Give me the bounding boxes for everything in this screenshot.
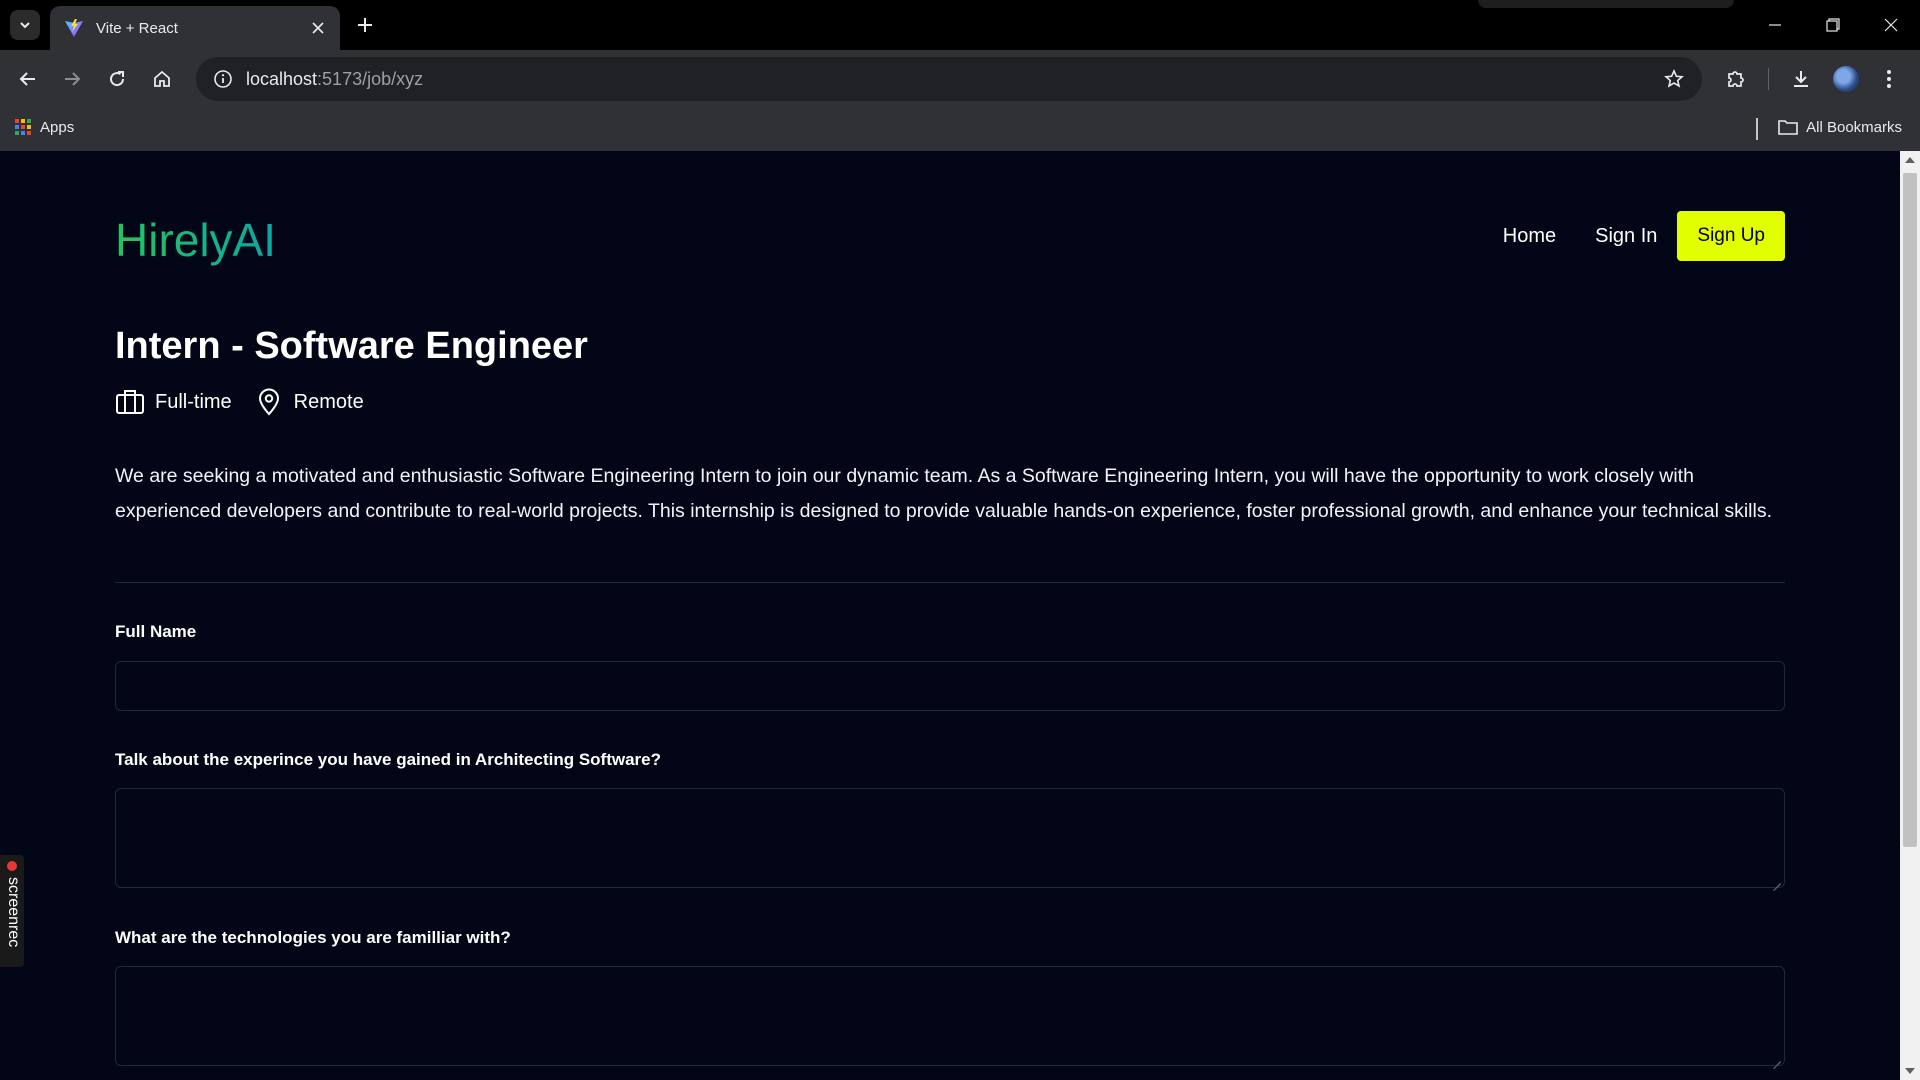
toolbar-separator xyxy=(1768,68,1769,90)
tab-title: Vite + React xyxy=(96,19,178,37)
minimize-icon xyxy=(1769,24,1781,26)
job-title: Intern - Software Engineer xyxy=(115,325,588,367)
url-text[interactable]: localhost:5173/job/xyz xyxy=(246,69,1660,90)
screenrec-widget[interactable]: screenrec xyxy=(0,855,24,967)
tab-search-button[interactable] xyxy=(10,10,40,40)
download-icon xyxy=(1794,71,1808,87)
scroll-down-arrow-icon[interactable] xyxy=(1905,1068,1915,1074)
restore-icon xyxy=(1826,18,1840,32)
bookmarks-separator xyxy=(1756,118,1758,140)
record-icon xyxy=(7,861,17,871)
profile-button[interactable] xyxy=(1829,62,1863,96)
downloads-button[interactable] xyxy=(1784,62,1818,96)
puzzle-icon xyxy=(1728,71,1744,87)
q1-label: Talk about the experince you have gained… xyxy=(115,750,662,769)
nav-sign-in-link[interactable]: Sign In xyxy=(1595,225,1657,248)
browser-tabstrip: Vite + React xyxy=(0,0,1920,50)
site-logo[interactable]: HirelyAI xyxy=(115,213,276,267)
folder-icon xyxy=(1778,120,1798,135)
scrollbar-thumb[interactable] xyxy=(1903,173,1917,847)
home-button[interactable] xyxy=(146,63,178,95)
job-meta: Full-time Remote xyxy=(115,387,386,417)
briefcase-icon xyxy=(115,387,145,417)
browser-menu-button[interactable] xyxy=(1876,62,1902,96)
arrow-left-icon xyxy=(19,72,35,86)
avatar xyxy=(1833,66,1859,92)
apps-label: Apps xyxy=(40,118,75,136)
url-path: :5173/job/xyz xyxy=(317,68,424,89)
site-nav: Home Sign In Sign Up xyxy=(1503,211,1785,261)
apps-shortcut[interactable]: Apps xyxy=(14,118,74,136)
employment-type: Full-time xyxy=(115,387,232,417)
close-tab-icon[interactable] xyxy=(306,16,330,40)
q2-textarea[interactable] xyxy=(115,966,1785,1066)
more-vertical-icon xyxy=(1887,70,1891,88)
tab-strip-pill xyxy=(1478,0,1734,8)
site-header: HirelyAI Home Sign In Sign Up xyxy=(115,211,1785,266)
scroll-up-arrow-icon[interactable] xyxy=(1905,157,1915,163)
forward-button[interactable] xyxy=(56,63,88,95)
apps-grid-icon xyxy=(15,119,31,135)
browser-toolbar: localhost:5173/job/xyz xyxy=(0,50,1920,108)
bookmark-star-icon[interactable] xyxy=(1660,65,1688,93)
page-scrollbar[interactable] xyxy=(1900,151,1920,1080)
back-button[interactable] xyxy=(12,63,44,95)
vite-logo-icon xyxy=(65,19,83,37)
site-info-icon[interactable] xyxy=(208,64,238,94)
all-bookmarks-button[interactable]: All Bookmarks xyxy=(1778,118,1902,136)
full-name-label: Full Name xyxy=(115,622,197,641)
resize-handle-icon[interactable] xyxy=(1773,876,1781,884)
job-location-text: Remote xyxy=(293,390,364,413)
new-tab-button[interactable] xyxy=(352,12,378,38)
url-host: localhost xyxy=(246,68,318,89)
minimize-button[interactable] xyxy=(1746,0,1804,50)
job-location: Remote xyxy=(254,387,364,417)
all-bookmarks-label: All Bookmarks xyxy=(1806,118,1902,136)
page-viewport: HirelyAI Home Sign In Sign Up Intern - S… xyxy=(0,151,1900,1080)
nav-home-link[interactable]: Home xyxy=(1503,225,1556,248)
close-window-button[interactable] xyxy=(1862,0,1920,50)
chevron-down-icon xyxy=(20,22,30,29)
job-description: We are seeking a motivated and enthusias… xyxy=(115,465,1773,522)
reload-button[interactable] xyxy=(101,63,133,95)
q2-label: What are the technologies you are famill… xyxy=(115,928,511,947)
section-divider xyxy=(115,582,1785,583)
extensions-button[interactable] xyxy=(1719,62,1753,96)
close-icon xyxy=(1884,18,1898,32)
map-pin-icon xyxy=(254,387,284,417)
arrow-right-icon xyxy=(65,72,81,86)
resize-handle-icon[interactable] xyxy=(1773,1054,1781,1062)
screenrec-label: screenrec xyxy=(5,877,22,948)
bookmarks-bar: Apps All Bookmarks xyxy=(0,108,1920,151)
window-controls xyxy=(1746,0,1920,50)
employment-type-text: Full-time xyxy=(155,390,232,413)
full-name-input[interactable] xyxy=(115,661,1785,711)
browser-tab-active[interactable]: Vite + React xyxy=(50,6,340,50)
restore-button[interactable] xyxy=(1804,0,1862,50)
sign-up-button[interactable]: Sign Up xyxy=(1677,211,1785,261)
q1-textarea[interactable] xyxy=(115,788,1785,888)
plus-icon xyxy=(358,18,372,32)
home-icon xyxy=(154,70,170,87)
reload-icon xyxy=(110,71,125,87)
address-bar[interactable]: localhost:5173/job/xyz xyxy=(196,57,1702,101)
